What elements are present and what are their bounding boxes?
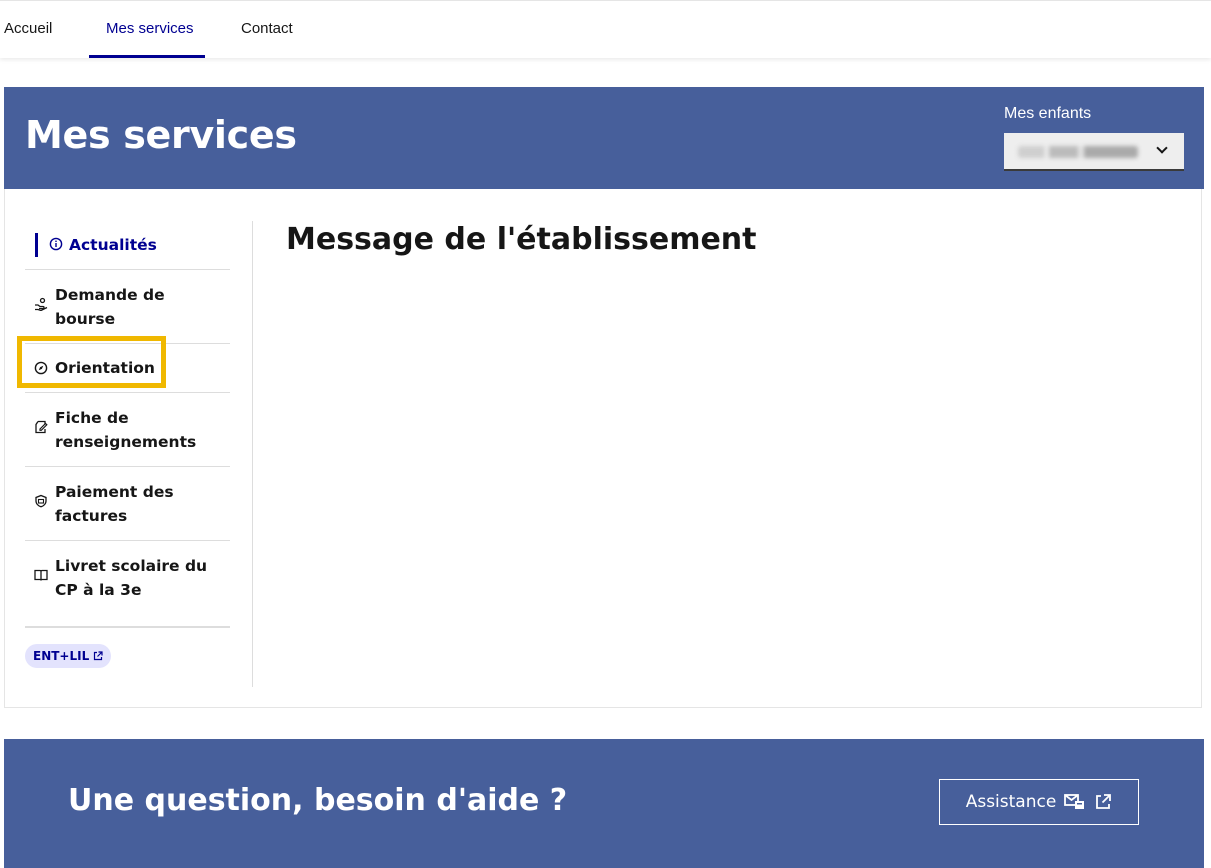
children-select-label: Mes enfants (1004, 105, 1092, 122)
sidebar-item-fiche-de-renseignements[interactable]: Fiche de renseignements (25, 393, 230, 467)
sidebar-item-label: Orientation (55, 359, 155, 377)
establishment-message-title: Message de l'établissement (286, 222, 757, 257)
hand-coins-icon (34, 297, 48, 311)
sidebar-item-label: Paiement des factures (55, 483, 174, 525)
services-sidebar: Actualités Demande de bourse Orientation… (25, 221, 230, 614)
content-divider (252, 221, 253, 687)
help-banner: Une question, besoin d'aide ? Assistance (4, 739, 1204, 868)
book-open-icon (34, 568, 48, 582)
children-select[interactable] (1004, 133, 1184, 171)
payment-card-icon (34, 494, 48, 508)
top-navigation: Accueil Mes services Contact (0, 0, 1211, 58)
sidebar-item-label: Livret scolaire du CP à la 3e (55, 557, 208, 599)
nav-item-mes-services[interactable]: Mes services (106, 1, 194, 57)
external-link-icon (1096, 794, 1112, 809)
services-card: Actualités Demande de bourse Orientation… (4, 189, 1202, 708)
sidebar-item-label: Actualités (69, 236, 157, 254)
active-nav-underline (89, 55, 205, 58)
sidebar-item-paiement-des-factures[interactable]: Paiement des factures (25, 467, 230, 541)
ent-lil-external-link[interactable]: ENT+LIL (25, 644, 112, 668)
sidebar-item-livret-scolaire[interactable]: Livret scolaire du CP à la 3e (25, 541, 230, 614)
assistance-label: Assistance (965, 792, 1057, 812)
sidebar-item-label: Demande de bourse (55, 286, 165, 328)
sidebar-item-label: Fiche de renseignements (55, 409, 197, 451)
page-title: Mes services (25, 113, 297, 157)
page-header-banner: Mes services Mes enfants (4, 87, 1204, 189)
sidebar-separator (25, 626, 230, 628)
sidebar-item-demande-de-bourse[interactable]: Demande de bourse (25, 270, 230, 344)
sidebar-item-actualites[interactable]: Actualités (25, 221, 230, 270)
help-title: Une question, besoin d'aide ? (68, 783, 568, 818)
edit-document-icon (34, 420, 48, 434)
chevron-down-icon (1156, 142, 1168, 154)
compass-icon (34, 361, 48, 375)
ent-lil-label: ENT+LIL (33, 649, 90, 663)
assistance-button[interactable]: Assistance (939, 779, 1139, 825)
child-name-blurred (1018, 146, 1138, 158)
nav-item-accueil[interactable]: Accueil (4, 1, 52, 57)
info-icon (49, 237, 63, 251)
external-link-icon (94, 651, 103, 661)
nav-item-contact[interactable]: Contact (241, 1, 293, 57)
support-mail-icon (1064, 794, 1085, 809)
current-item-indicator (35, 233, 38, 257)
sidebar-item-orientation[interactable]: Orientation (25, 344, 230, 393)
